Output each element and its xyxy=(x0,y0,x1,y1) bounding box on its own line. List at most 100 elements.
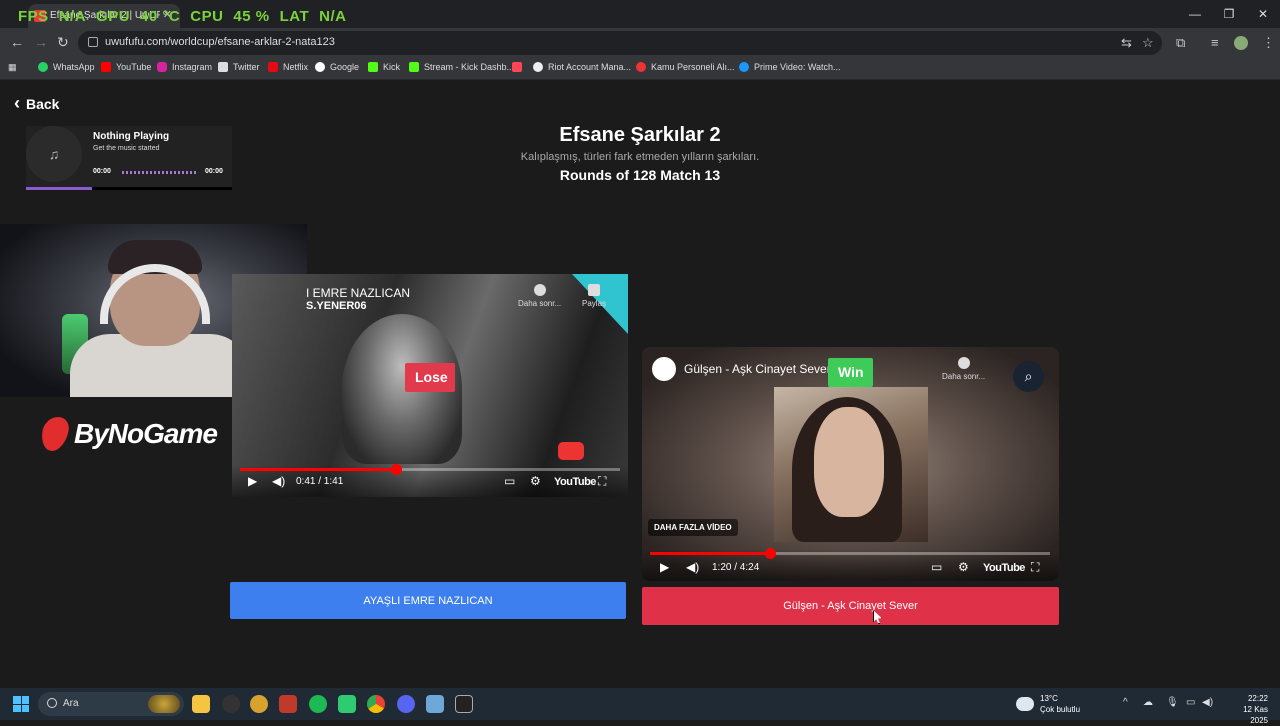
translate-icon[interactable]: ⇆ xyxy=(1121,35,1132,51)
url-field[interactable]: uwufufu.com/worldcup/efsane-arklar-2-nat… xyxy=(78,31,1162,55)
subtitles-icon[interactable]: ▭ xyxy=(504,474,515,488)
close-window-icon[interactable]: ✕ xyxy=(1246,0,1280,28)
bookmark-label: Twitter xyxy=(233,62,260,72)
clock-date: 12 Kas 2025 xyxy=(1243,705,1268,725)
cloud-icon xyxy=(1016,697,1034,711)
performance-overlay: FPS N/A GPU 40 °C CPU 45 % LAT N/A xyxy=(18,8,357,25)
watch-later-button[interactable]: Daha sonr... xyxy=(518,284,561,308)
bookmark-whatsapp[interactable]: WhatsApp xyxy=(38,62,95,72)
chevron-up-icon[interactable]: ^ xyxy=(1123,697,1128,708)
fullscreen-icon[interactable]: ⛶ xyxy=(598,474,606,489)
bookmark-google[interactable]: Google xyxy=(315,62,359,72)
back-button[interactable]: ‹ Back xyxy=(14,93,59,114)
app-icon[interactable] xyxy=(222,695,240,713)
system-clock[interactable]: 22:22 12 Kas 2025 xyxy=(1224,693,1268,726)
zoom-icon[interactable]: ⌕ xyxy=(1013,361,1044,392)
site-info-icon[interactable] xyxy=(88,37,98,47)
bookmark-twitter[interactable]: Twitter xyxy=(218,62,260,72)
extensions-icon[interactable]: ⧉ xyxy=(1176,35,1185,51)
search-highlight-icon xyxy=(148,695,180,713)
seek-bar[interactable] xyxy=(240,464,620,475)
media-icon[interactable]: ≡ xyxy=(1211,35,1219,50)
youtube-logo[interactable]: YouTube xyxy=(554,476,596,488)
sponsor-name: ByNoGame xyxy=(74,418,218,449)
file-explorer-icon[interactable] xyxy=(192,695,210,713)
youtube-play-icon[interactable] xyxy=(558,442,584,460)
fullscreen-icon[interactable]: ⛶ xyxy=(1031,560,1039,575)
address-bar: ← → ↻ uwufufu.com/worldcup/efsane-arklar… xyxy=(0,28,1280,58)
bookmark-kamu[interactable]: Kamu Personeli Alı... xyxy=(636,62,735,72)
volume-icon[interactable]: ◀) xyxy=(272,474,285,488)
restore-icon[interactable]: ❐ xyxy=(1212,0,1246,28)
tab-bar: Efsane Şarkılar 2 | UwUFUFU ✕ FPSN/AGPU4… xyxy=(0,0,1280,28)
settings-gear-icon[interactable]: ⚙ xyxy=(958,560,969,574)
seek-knob[interactable] xyxy=(390,464,402,475)
bookmark-riot[interactable]: Riot Account Mana... xyxy=(533,62,631,72)
seek-knob[interactable] xyxy=(765,548,776,559)
page-header: Efsane Şarkılar 2 Kalıplaşmış, türleri f… xyxy=(440,124,840,183)
bookmark-label: Google xyxy=(330,62,360,72)
onedrive-icon[interactable]: ☁ xyxy=(1143,697,1153,708)
seek-bar[interactable] xyxy=(650,548,1050,559)
apps-icon[interactable]: ▦ xyxy=(8,62,17,73)
play-icon[interactable]: ▶ xyxy=(248,474,257,488)
start-button[interactable] xyxy=(13,696,29,712)
video-subtitle: S.YENER06 xyxy=(306,300,367,312)
gpu-value: 40 °C xyxy=(140,8,181,25)
volume-icon[interactable]: ◀) xyxy=(686,560,699,574)
cover-face xyxy=(814,407,884,517)
bookmark-valorant[interactable] xyxy=(512,62,527,72)
rounds-info: Rounds of 128 Match 13 xyxy=(559,167,721,183)
choice-right-button[interactable]: Gülşen - Aşk Cinayet Sever xyxy=(642,587,1059,625)
network-icon[interactable]: ▭ xyxy=(1186,697,1195,708)
back-nav-icon[interactable]: ← xyxy=(10,34,24,50)
chrome-icon[interactable] xyxy=(367,695,385,713)
clock-icon xyxy=(957,357,970,369)
page-title: Efsane Şarkılar 2 xyxy=(559,124,721,146)
bookmark-label: Prime Video: Watch... xyxy=(754,62,841,72)
play-icon[interactable]: ▶ xyxy=(660,560,669,574)
choice-left-button[interactable]: AYAŞLI EMRE NAZLICAN xyxy=(230,582,626,619)
video-title: Gülşen - Aşk Cinayet Sever xyxy=(684,362,831,376)
channel-avatar[interactable] xyxy=(652,357,676,381)
bookmarks-bar: ▦ WhatsApp YouTube Instagram Twitter Net… xyxy=(0,58,1280,80)
app-icon-2[interactable] xyxy=(250,695,268,713)
bookmark-star-icon[interactable]: ☆ xyxy=(1142,35,1154,51)
epic-games-icon[interactable] xyxy=(455,695,473,713)
subtitles-icon[interactable]: ▭ xyxy=(931,560,942,574)
whatsapp-icon xyxy=(38,62,48,72)
window-controls: — ❐ ✕ xyxy=(1178,0,1280,28)
bookmark-prime[interactable]: Prime Video: Watch... xyxy=(739,62,841,72)
bookmark-kick[interactable]: Kick xyxy=(368,62,400,72)
weather-widget[interactable]: 13°C Çok bulutlu xyxy=(1016,693,1080,715)
app-icon-3[interactable] xyxy=(338,695,356,713)
youtube-logo[interactable]: YouTube xyxy=(983,562,1025,574)
profile-avatar[interactable] xyxy=(1234,36,1248,50)
bookmark-kick-dashboard[interactable]: Stream - Kick Dashb... xyxy=(409,62,514,72)
taskbar: Ara 13°C Çok bulutlu ^ ☁ 🎙 ▭ ◀) 22:22 12 … xyxy=(0,688,1280,725)
bookmark-netflix[interactable]: Netflix xyxy=(268,62,308,72)
spotify-icon[interactable] xyxy=(309,695,327,713)
reload-icon[interactable]: ↻ xyxy=(57,34,69,51)
more-videos-button[interactable]: DAHA FAZLA VİDEO xyxy=(648,519,738,536)
music-note-icon[interactable]: ♫ xyxy=(26,126,82,182)
kamu-icon xyxy=(636,62,646,72)
microphone-icon[interactable]: 🎙 xyxy=(1166,697,1179,708)
search-icon xyxy=(47,698,57,708)
watch-later-button[interactable]: Daha sonr... xyxy=(942,357,985,381)
menu-icon[interactable]: ⋮ xyxy=(1262,35,1275,51)
bookmark-youtube[interactable]: YouTube xyxy=(101,62,151,72)
speaker-icon[interactable]: ◀) xyxy=(1202,697,1213,708)
fps-value: N/A xyxy=(58,8,87,25)
share-button[interactable]: Paylaş xyxy=(582,284,606,308)
settings-gear-icon[interactable]: ⚙ xyxy=(530,474,541,488)
forward-nav-icon[interactable]: → xyxy=(34,34,48,50)
discord-icon[interactable] xyxy=(397,695,415,713)
taskbar-search[interactable]: Ara xyxy=(38,692,184,716)
app-icon-4[interactable] xyxy=(426,695,444,713)
voicemeeter-icon[interactable] xyxy=(279,695,297,713)
cpu-label: CPU xyxy=(190,8,224,25)
player-progress-bar[interactable] xyxy=(26,187,232,190)
minimize-icon[interactable]: — xyxy=(1178,0,1212,28)
bookmark-instagram[interactable]: Instagram xyxy=(157,62,212,72)
